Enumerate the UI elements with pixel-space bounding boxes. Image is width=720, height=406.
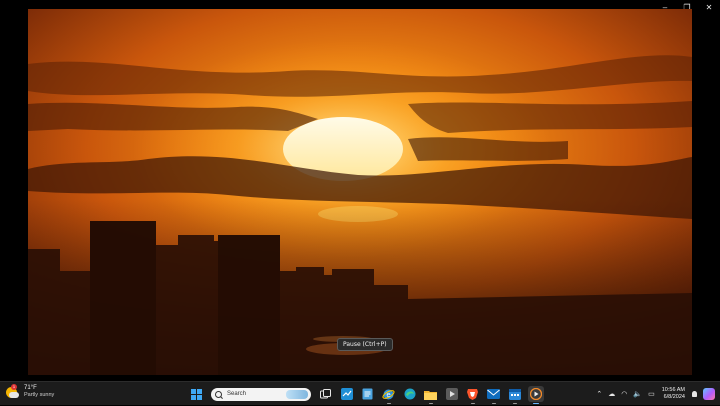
pause-tooltip: Pause (Ctrl+P) bbox=[337, 338, 393, 351]
clock-date: 6/8/2024 bbox=[663, 394, 685, 400]
mail-icon[interactable] bbox=[486, 386, 502, 404]
weather-condition: Partly sunny bbox=[24, 392, 55, 398]
search-box[interactable]: Search bbox=[211, 387, 311, 401]
clock-time: 10:56 AM bbox=[661, 387, 685, 393]
notepad-icon[interactable] bbox=[360, 386, 376, 402]
taskbar: 1 71°F Partly sunny Search e ⌃ ☁ ◠ 🔈 ▭ 1… bbox=[0, 381, 720, 405]
media-app-icon[interactable] bbox=[444, 386, 460, 402]
edge-icon[interactable] bbox=[402, 386, 418, 402]
start-icon[interactable] bbox=[189, 386, 205, 402]
volume-icon[interactable]: 🔈 bbox=[633, 390, 642, 398]
file-explorer-icon[interactable] bbox=[423, 386, 439, 404]
media-player-window: – ❐ ✕ Pause (Ctrl+P) bbox=[0, 0, 720, 381]
chevron-up-icon[interactable]: ⌃ bbox=[596, 390, 602, 398]
system-tray: ⌃ ☁ ◠ 🔈 ▭ 10:56 AM 6/8/2024 bbox=[593, 382, 720, 406]
brave-icon[interactable] bbox=[465, 386, 481, 404]
notification-bell-icon[interactable] bbox=[692, 391, 697, 397]
onedrive-icon[interactable]: ☁ bbox=[608, 390, 615, 398]
close-button[interactable]: ✕ bbox=[698, 0, 720, 14]
search-placeholder: Search bbox=[227, 391, 247, 397]
weather-badge: 1 bbox=[11, 383, 17, 390]
weather-temperature: 71°F bbox=[24, 385, 37, 391]
search-icon bbox=[215, 390, 222, 398]
search-highlight-image bbox=[286, 389, 308, 399]
video-frame[interactable]: Pause (Ctrl+P) bbox=[28, 9, 692, 375]
partly-sunny-icon: 1 bbox=[6, 383, 19, 399]
battery-icon[interactable]: ▭ bbox=[648, 390, 655, 398]
clock[interactable]: 10:56 AM 6/8/2024 bbox=[662, 387, 685, 401]
media-player-icon[interactable] bbox=[527, 386, 544, 404]
taskbar-apps: Search e bbox=[186, 385, 546, 404]
widgets-icon[interactable] bbox=[339, 386, 355, 402]
task-view-icon[interactable] bbox=[318, 386, 334, 402]
svg-text:e: e bbox=[386, 391, 390, 399]
copilot-icon[interactable] bbox=[703, 388, 715, 400]
weather-widget[interactable]: 1 71°F Partly sunny bbox=[6, 383, 55, 399]
ie-icon[interactable]: e bbox=[381, 386, 397, 404]
calendar-icon[interactable] bbox=[507, 386, 523, 404]
sunset-video-image bbox=[28, 9, 692, 375]
wifi-icon[interactable]: ◠ bbox=[621, 390, 627, 398]
